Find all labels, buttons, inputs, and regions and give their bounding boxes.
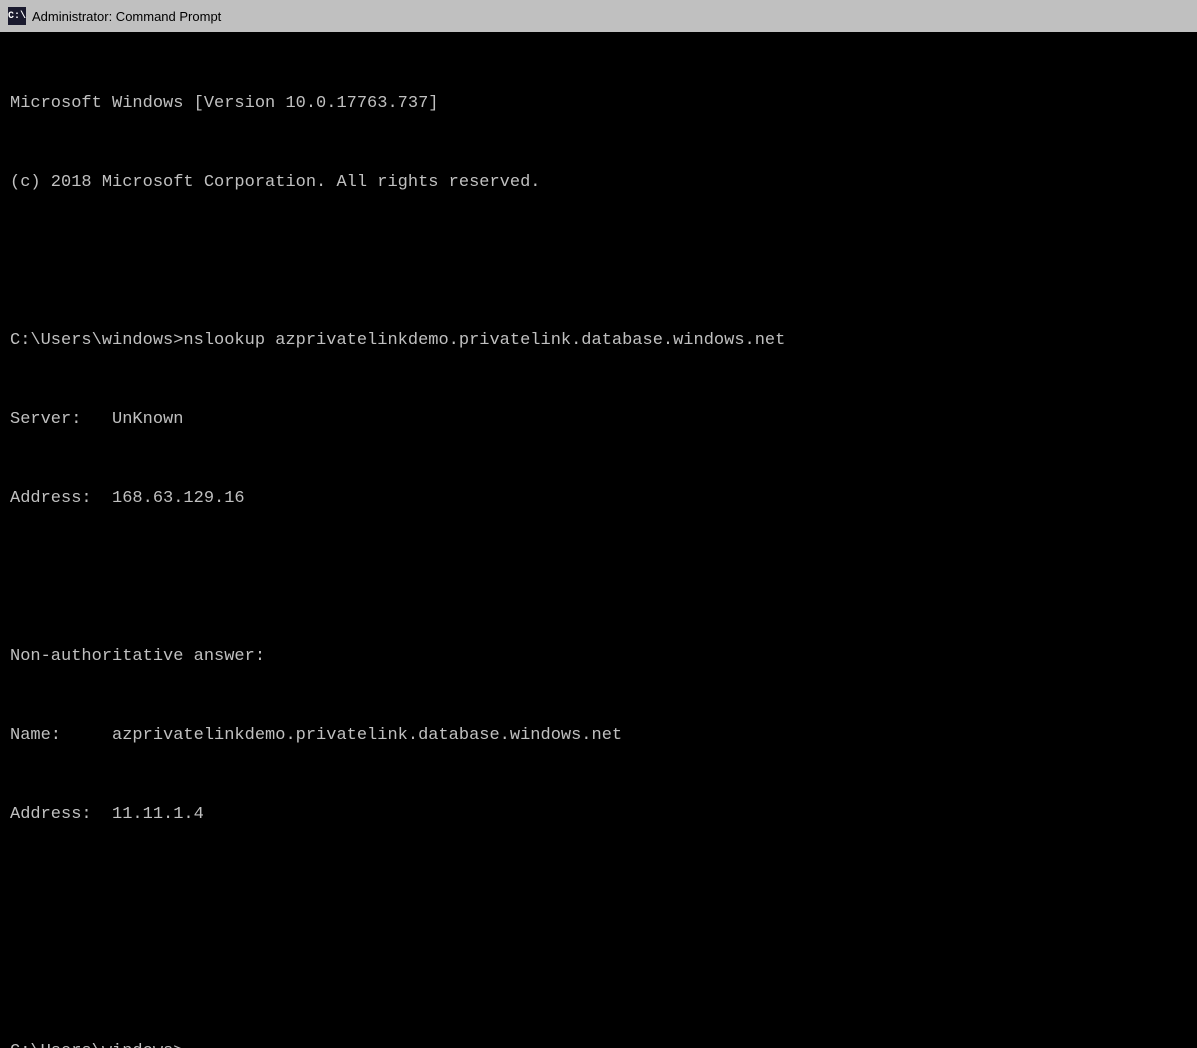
terminal-line-9: Name: azprivatelinkdemo.privatelink.data… — [10, 723, 1187, 749]
command-prompt-window: C:\ Administrator: Command Prompt Micros… — [0, 0, 1197, 524]
terminal-empty-4 — [10, 960, 1187, 986]
terminal-line-5: Server: UnKnown — [10, 407, 1187, 433]
terminal-line-2: (c) 2018 Microsoft Corporation. All righ… — [10, 170, 1187, 196]
terminal-empty-3 — [10, 881, 1187, 907]
terminal-line-8: Non-authoritative answer: — [10, 644, 1187, 670]
terminal-line-1: Microsoft Windows [Version 10.0.17763.73… — [10, 91, 1187, 117]
title-bar: C:\ Administrator: Command Prompt — [0, 0, 1197, 32]
terminal-empty-1 — [10, 249, 1187, 275]
terminal-empty-2 — [10, 565, 1187, 591]
cmd-icon: C:\ — [8, 7, 26, 25]
terminal-body[interactable]: Microsoft Windows [Version 10.0.17763.73… — [0, 32, 1197, 1048]
terminal-line-6: Address: 168.63.129.16 — [10, 486, 1187, 512]
terminal-line-4: C:\Users\windows>nslookup azprivatelinkd… — [10, 328, 1187, 354]
title-bar-text: Administrator: Command Prompt — [32, 9, 221, 24]
terminal-line-10: Address: 11.11.1.4 — [10, 802, 1187, 828]
terminal-line-13: C:\Users\windows> — [10, 1039, 1187, 1048]
